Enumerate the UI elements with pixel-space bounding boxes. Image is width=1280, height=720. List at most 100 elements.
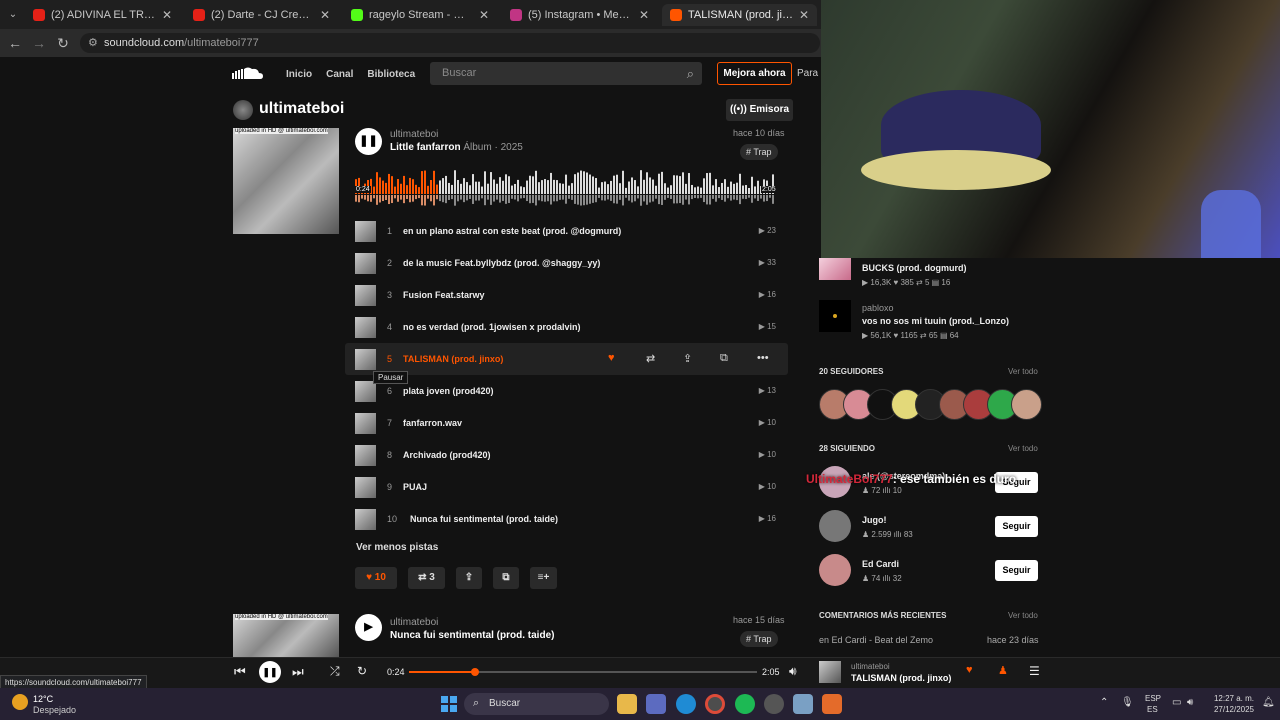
track-thumbnail[interactable] (355, 477, 376, 498)
track-thumbnail[interactable] (355, 381, 376, 402)
track-title[interactable]: Nunca fui sentimental (prod. taide) (410, 514, 558, 524)
search-input[interactable]: Buscar ⌕ (430, 62, 702, 85)
copy-link-button[interactable]: ⧉ (493, 567, 519, 589)
track-thumbnail[interactable] (355, 445, 376, 466)
track-row[interactable]: 6 plata joven (prod420) ▶ 13 (355, 378, 780, 406)
track-title[interactable]: en un plano astral con este beat (prod. … (403, 226, 621, 236)
track-thumbnail[interactable] (355, 285, 376, 306)
nav-canal[interactable]: Canal (326, 69, 353, 80)
track-title[interactable]: Archivado (prod420) (403, 450, 491, 460)
track-title[interactable]: plata joven (prod420) (403, 386, 494, 396)
queue-icon[interactable]: ☰ (1029, 664, 1040, 678)
followers-see-all[interactable]: Ver todo (1008, 367, 1038, 376)
tab-close-icon[interactable]: ✕ (320, 8, 330, 22)
now-playing-title[interactable]: TALISMAN (prod. jinxo) (851, 673, 951, 683)
next-post-artwork[interactable]: uploaded in HD @ ultimateboi.com (233, 614, 339, 657)
track-row[interactable]: 8 Archivado (prod420) ▶ 10 (355, 442, 780, 470)
follow-button[interactable]: Seguir (995, 560, 1038, 581)
like-button[interactable]: ♥ 10 (355, 567, 397, 589)
tab-close-icon[interactable]: ✕ (799, 8, 809, 22)
sidebar-track-uploader[interactable]: pabloxo (862, 303, 894, 313)
post-uploader[interactable]: ultimateboi (390, 617, 438, 628)
album-title[interactable]: Little fanfarron Álbum · 2025 (390, 142, 523, 153)
track-row[interactable]: 1 en un plano astral con este beat (prod.… (355, 218, 780, 246)
share-icon[interactable]: ⇪ (683, 352, 692, 365)
album-artwork[interactable]: uploaded in HD @ ultimateboi.com (233, 128, 339, 234)
network-icon[interactable]: ▭ (1172, 697, 1181, 708)
taskbar-search[interactable]: ⌕ Buscar (464, 693, 609, 715)
soundcloud-logo-icon[interactable] (232, 66, 264, 80)
track-row[interactable]: 9 PUAJ ▶ 10 (355, 474, 780, 502)
track-thumbnail[interactable] (355, 317, 376, 338)
browser-tab[interactable]: (2) ADIVINA EL TRABADO - Yo ✕ (25, 4, 180, 26)
chrome-icon[interactable] (705, 694, 725, 714)
settings-gear-icon[interactable] (793, 694, 813, 714)
track-row[interactable]: 10 Nunca fui sentimental (prod. taide) ▶ 1… (355, 506, 780, 534)
browser-tab[interactable]: rageylo Stream - Watch Live on ✕ (343, 4, 497, 26)
speaker-icon[interactable]: 🔊︎ (1187, 697, 1193, 708)
comments-see-all[interactable]: Ver todo (1008, 611, 1038, 620)
track-title[interactable]: Fusion Feat.starwy (403, 290, 485, 300)
now-playing-art[interactable] (819, 661, 841, 683)
track-thumbnail[interactable] (355, 221, 376, 242)
file-explorer-icon[interactable] (617, 694, 637, 714)
clock-date[interactable]: 27/12/2025 (1206, 705, 1254, 714)
next-track-title[interactable]: Nunca fui sentimental (prod. taide) (390, 630, 554, 641)
site-info-icon[interactable]: ⚙ (88, 33, 98, 53)
track-thumbnail[interactable] (355, 509, 376, 530)
volume-icon[interactable]: 🔊︎ (789, 664, 797, 679)
track-title[interactable]: PUAJ (403, 482, 427, 492)
store-icon[interactable] (646, 694, 666, 714)
follow-button[interactable]: Seguir (995, 516, 1038, 537)
nav-inicio[interactable]: Inicio (286, 69, 312, 80)
like-heart-icon[interactable]: ♥ (608, 352, 615, 364)
copy-link-icon[interactable]: ⧉ (720, 352, 728, 365)
genre-tag[interactable]: # Trap (740, 144, 778, 160)
post-uploader[interactable]: ultimateboi (390, 129, 438, 140)
browser-tab[interactable]: (5) Instagram • Mensajes ✕ (502, 4, 657, 26)
track-row[interactable]: 4 no es verdad (prod. 1jowisen x prodalvi… (355, 314, 780, 342)
next-icon[interactable]: ⏭ (292, 664, 304, 680)
play-button[interactable]: ▶ (355, 614, 382, 641)
profile-avatar[interactable] (233, 100, 253, 120)
app-icon[interactable] (822, 694, 842, 714)
user-name[interactable]: Jugo! (862, 515, 887, 525)
shuffle-icon[interactable]: ⤮ (330, 664, 340, 679)
user-avatar[interactable] (819, 554, 851, 586)
clock-time[interactable]: 12:27 a. m. (1208, 694, 1254, 703)
tray-chevron-icon[interactable]: ⌃ (1100, 697, 1108, 708)
user-name[interactable]: Ed Cardi (862, 559, 899, 569)
track-title[interactable]: no es verdad (prod. 1jowisen x prodalvin… (403, 322, 581, 332)
show-fewer-tracks-link[interactable]: Ver menos pistas (356, 542, 438, 553)
reload-icon[interactable]: ↻ (54, 34, 72, 52)
repeat-icon[interactable]: ↻ (357, 664, 367, 678)
track-thumbnail[interactable] (355, 253, 376, 274)
track-row[interactable]: 7 fanfarron.wav ▶ 10 (355, 410, 780, 438)
sidebar-track-art[interactable] (819, 300, 851, 332)
tab-list-chevron-icon[interactable]: ⌄ (4, 6, 22, 24)
search-icon[interactable]: ⌕ (687, 62, 694, 85)
repost-icon[interactable]: ⇄ (646, 352, 655, 365)
pause-button[interactable]: ❚❚ (355, 128, 382, 155)
add-to-playlist-button[interactable]: ≡+ (530, 567, 557, 589)
now-playing-like-icon[interactable]: ♥ (966, 664, 973, 676)
language-code[interactable]: ESP (1145, 694, 1161, 703)
station-button[interactable]: ((•)) Emisora (726, 99, 793, 121)
sidebar-track-title[interactable]: vos no sos mi tuuin (prod._Lonzo) (862, 316, 1009, 326)
track-thumbnail[interactable] (355, 413, 376, 434)
track-title[interactable]: de la music Feat.byllybdz (prod. @shaggy… (403, 258, 600, 268)
track-title[interactable]: fanfarron.wav (403, 418, 462, 428)
tab-close-icon[interactable]: ✕ (479, 8, 489, 22)
tab-close-icon[interactable]: ✕ (162, 8, 172, 22)
now-playing-uploader[interactable]: ultimateboi (851, 662, 890, 671)
comment-context[interactable]: en Ed Cardi - Beat del Zemo (819, 635, 933, 645)
back-arrow-icon[interactable]: ← (6, 34, 24, 52)
weather-icon[interactable] (12, 694, 28, 710)
microphone-icon[interactable]: 🎙︎ (1121, 697, 1134, 708)
forward-arrow-icon[interactable]: → (30, 34, 48, 52)
waveform[interactable] (355, 168, 776, 208)
more-options-icon[interactable]: ••• (757, 352, 769, 364)
url-field[interactable]: ⚙ soundcloud.com/ultimateboi777 (80, 33, 820, 53)
edge-icon[interactable] (676, 694, 696, 714)
track-title[interactable]: TALISMAN (prod. jinxo) (403, 354, 503, 364)
